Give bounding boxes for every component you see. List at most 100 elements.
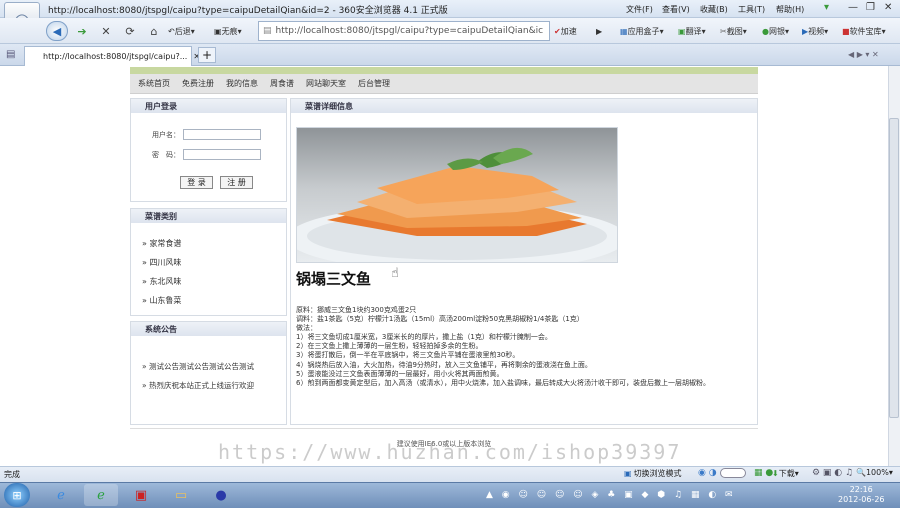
- translate-icon: ▣: [678, 26, 686, 36]
- category-title: 菜谱类别: [131, 209, 286, 223]
- recipe-description: 原料：挪威三文鱼1块约300克鸡蛋2只 调料：盐1茶匙（5克）柠檬汁1汤匙（15…: [296, 306, 742, 388]
- recipe-line: 5）蛋液能没过三文鱼表面薄薄的一层最好，用小火将其两面煎黄。: [296, 369, 504, 378]
- notice-panel: 系统公告: [130, 321, 287, 425]
- toolbar-translate[interactable]: ▣ 翻译 ▾: [678, 23, 706, 39]
- recipe-name: 锅塌三文鱼: [296, 270, 372, 288]
- taskbar-ie-icon[interactable]: ℯ: [44, 484, 78, 506]
- status-text: 完成: [4, 470, 20, 479]
- status-extra-icons[interactable]: ⚙ ▣ ◐ ♫: [812, 468, 853, 478]
- recipe-line: 做法：: [296, 324, 317, 333]
- browse-mode-icon: ▣: [624, 469, 632, 478]
- taskbar-app-icon[interactable]: ▣: [124, 484, 158, 506]
- recipe-line: 1）将三文鱼切成1厘米宽，3厘米长的的厚片，撒上盐（1克）和柠檬汁腌制一会。: [296, 333, 552, 342]
- new-tab-button[interactable]: +: [198, 47, 216, 63]
- nav-weekly-recipes[interactable]: 周食谱: [270, 78, 294, 89]
- browse-mode-button[interactable]: ▣ 切换浏览模式: [624, 468, 682, 479]
- site-header-strip: [130, 67, 758, 74]
- netbank-icon: ●: [762, 26, 769, 36]
- page-icon: ▤: [263, 26, 272, 36]
- register-button[interactable]: 注 册: [220, 176, 253, 189]
- system-tray: ▲ ◉ ☺ ☺ ☺ ☺ ◈ ♣ ▣ ◆ ⬢ ♫ ▦ ◐ ✉ 22:16 2012…: [486, 484, 900, 506]
- home-icon[interactable]: ⌂: [144, 21, 164, 41]
- category-item[interactable]: » 四川风味: [142, 257, 181, 268]
- download-button[interactable]: ⬇ 下载 ▾: [772, 468, 799, 479]
- menu-view[interactable]: 查看(V): [662, 4, 690, 15]
- minimize-icon[interactable]: —: [848, 2, 858, 13]
- login-button[interactable]: 登 录: [180, 176, 213, 189]
- undo-icon: ↶: [168, 26, 175, 36]
- clock-date: 2012-06-26: [838, 495, 885, 504]
- category-item[interactable]: » 家常食谱: [142, 238, 181, 249]
- nav-register[interactable]: 免费注册: [182, 78, 214, 89]
- notice-title: 系统公告: [131, 322, 286, 336]
- menu-favorites[interactable]: 收藏(B): [700, 4, 728, 15]
- close-icon[interactable]: ✕: [884, 2, 892, 13]
- forward-arrow-icon[interactable]: ➔: [70, 21, 94, 41]
- sidebar-toggle-icon[interactable]: ▤: [6, 49, 15, 60]
- address-text: http://localhost:8080/jtspgl/caipu?type=…: [275, 26, 544, 36]
- password-label: 密 码：: [152, 151, 180, 159]
- clock-time: 22:16: [849, 485, 873, 494]
- login-title: 用户登录: [131, 99, 286, 113]
- recipe-photo: [296, 127, 618, 263]
- taskbar-360-browser-icon[interactable]: ℯ: [84, 484, 118, 506]
- back-arrow-icon[interactable]: ◀: [46, 21, 68, 41]
- ie-mode-icon[interactable]: ◉ ◑: [698, 468, 717, 478]
- toolbar-netbank[interactable]: ● 网银 ▾: [762, 23, 789, 39]
- scissors-icon: ✂: [720, 26, 727, 36]
- password-input[interactable]: [183, 149, 261, 160]
- detail-title: 菜谱详细信息: [291, 99, 757, 113]
- nav-home[interactable]: 系统首页: [138, 78, 170, 89]
- start-button[interactable]: ⊞: [4, 483, 30, 507]
- skin-icon[interactable]: ▾: [824, 2, 829, 13]
- address-bar[interactable]: ▤ http://localhost:8080/jtspgl/caipu?typ…: [258, 21, 550, 41]
- toolbar-app-box[interactable]: ▦ 应用盒子 ▾: [620, 23, 664, 39]
- toggle-icon[interactable]: [720, 468, 746, 478]
- category-item[interactable]: » 山东鲁菜: [142, 295, 181, 306]
- menu-help[interactable]: 帮助(H): [776, 4, 804, 15]
- mouse-cursor-icon: ☝: [391, 266, 399, 281]
- toolbar-software[interactable]: ■ 软件宝库 ▾: [842, 23, 886, 39]
- software-icon: ■: [842, 26, 850, 36]
- tray-icons[interactable]: ▲ ◉ ☺ ☺ ☺ ☺ ◈ ♣ ▣ ◆ ⬢ ♫ ▦ ◐ ✉: [486, 490, 736, 500]
- restore-button[interactable]: ↶ 后退 ▾: [168, 23, 195, 39]
- taskbar-folder-icon[interactable]: ▭: [164, 484, 198, 506]
- app-box-icon: ▦: [620, 26, 628, 36]
- accelerate-button[interactable]: ✔ 加速: [554, 23, 577, 39]
- nav-chatroom[interactable]: 网站聊天室: [306, 78, 346, 89]
- incognito-icon: ▣: [214, 26, 222, 36]
- scrollbar-thumb[interactable]: [889, 118, 899, 418]
- username-input[interactable]: [183, 129, 261, 140]
- notice-item[interactable]: » 测试公告测试公告测试公告测试: [142, 361, 254, 372]
- incognito-button[interactable]: ▣ 无痕 ▾: [214, 23, 242, 39]
- category-item[interactable]: » 东北风味: [142, 276, 181, 287]
- nav-admin[interactable]: 后台管理: [358, 78, 390, 89]
- menu-tools[interactable]: 工具(T): [738, 4, 765, 15]
- menu-file[interactable]: 文件(F): [626, 4, 653, 15]
- recipe-line: 4）锅烧热后放入油，大火加热，待油9分热时，放入三文鱼铺平，再将剩余的蛋液浇在鱼…: [296, 360, 592, 369]
- status-tools-icon[interactable]: ▦ ●: [754, 468, 773, 478]
- zoom-icon: 🔍: [856, 468, 866, 477]
- restore-icon[interactable]: ❐: [866, 2, 875, 13]
- toolbar-video[interactable]: ▶ 视频 ▾: [802, 23, 828, 39]
- recipe-line: 3）将蛋打散后，倒一半在平底锅中，将三文鱼片平铺在蛋液里煎30秒。: [296, 351, 520, 360]
- toolbar-screenshot[interactable]: ✂ 截图 ▾: [720, 23, 747, 39]
- tab-scroll-left-icon[interactable]: ◀ ▶ ▾ ✕: [848, 50, 879, 59]
- download-icon: ⬇: [772, 469, 779, 478]
- nav-my-info[interactable]: 我的信息: [226, 78, 258, 89]
- username-label: 用户名：: [152, 131, 180, 139]
- tab-title: http://localhost:8080/jtspgl/caipu?...: [43, 52, 188, 61]
- tray-clock[interactable]: 22:16 2012-06-26: [838, 485, 885, 505]
- recipe-line: 6）煎到两面都变黄定型后，加入高汤（或清水），用中火烧沸，加入盐调味，最后转成大…: [296, 378, 710, 387]
- zoom-level[interactable]: 🔍 100% ▾: [856, 468, 893, 477]
- refresh-icon[interactable]: ⟳: [120, 21, 140, 41]
- go-icon[interactable]: ▶: [596, 23, 602, 39]
- notice-item[interactable]: » 热烈庆祝本站正式上线运行欢迎: [142, 380, 254, 391]
- tab-current[interactable]: http://localhost:8080/jtspgl/caipu?... ✕: [24, 46, 200, 66]
- taskbar-eclipse-icon[interactable]: ●: [204, 484, 238, 506]
- recipe-line: 调料：盐1茶匙（5克）柠檬汁1汤匙（15ml）高汤200ml淀粉50克黑胡椒粉1…: [296, 315, 584, 324]
- accelerate-icon: ✔: [554, 26, 561, 36]
- stop-icon[interactable]: ✕: [96, 21, 116, 41]
- recipe-line: 原料：挪威三文鱼1块约300克鸡蛋2只: [296, 306, 417, 314]
- salmon-dish-image: [297, 147, 617, 262]
